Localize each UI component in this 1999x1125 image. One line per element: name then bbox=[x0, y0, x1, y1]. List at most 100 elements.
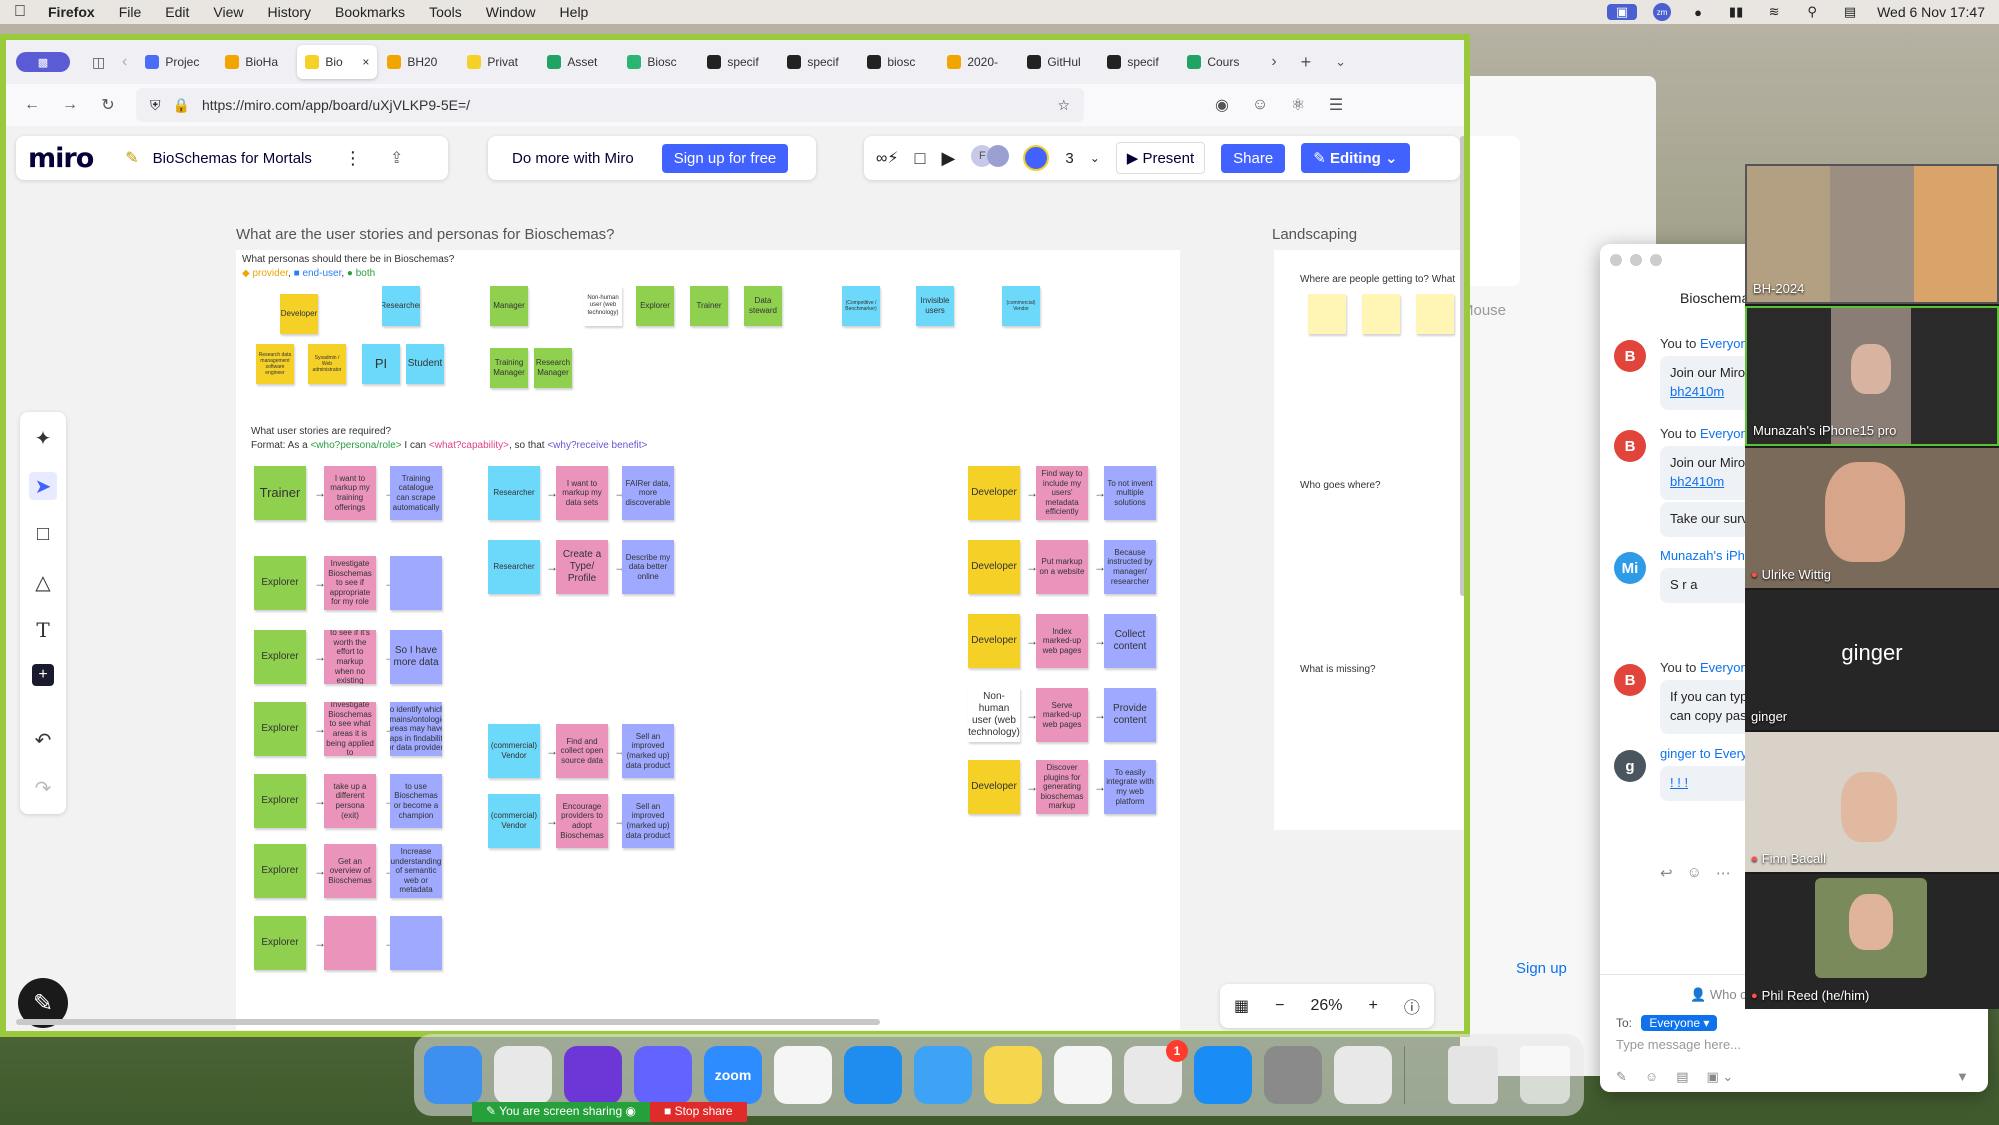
sticky-note[interactable]: Manager bbox=[490, 286, 528, 326]
sticky-note[interactable]: I want to markup my data sets bbox=[556, 466, 608, 520]
sticky-note[interactable]: Researcher bbox=[488, 466, 540, 520]
tab-scroll-right-icon[interactable]: › bbox=[1271, 53, 1276, 71]
url-text[interactable]: https://miro.com/app/board/uXjVLKP9-5E=/ bbox=[202, 97, 1046, 113]
browser-tab[interactable]: specif bbox=[1099, 45, 1177, 79]
browser-tab[interactable]: specif bbox=[699, 45, 777, 79]
reactions-icon[interactable]: ∞⚡ bbox=[876, 148, 899, 168]
new-tab-icon[interactable]: + bbox=[1301, 52, 1312, 73]
toolbox-icon[interactable]: 1 bbox=[1124, 1040, 1188, 1104]
sticky-note[interactable]: Explorer bbox=[254, 916, 306, 970]
menu-window[interactable]: Window bbox=[486, 4, 536, 20]
zoom-icon[interactable]: zoom bbox=[704, 1046, 762, 1104]
sticky-note[interactable]: Research data management software engine… bbox=[256, 344, 294, 384]
format-text-icon[interactable]: ✎ bbox=[1616, 1069, 1627, 1085]
shazam-icon[interactable]: ● bbox=[1687, 4, 1709, 20]
comment-icon[interactable]: □ bbox=[915, 148, 926, 169]
sticky-note[interactable]: Sell an improved (marked up) data produc… bbox=[622, 724, 674, 778]
sticky-note[interactable]: Explorer bbox=[636, 286, 674, 326]
sticky-note[interactable]: Researcher bbox=[488, 540, 540, 594]
sticky-note[interactable]: Developer bbox=[968, 614, 1020, 668]
video-tile[interactable]: ● Finn Bacall bbox=[1745, 732, 1999, 872]
frame-title-landscaping[interactable]: Landscaping bbox=[1272, 226, 1357, 243]
present-button[interactable]: ▶ Present bbox=[1115, 142, 1206, 174]
sticky-note[interactable]: Data steward bbox=[744, 286, 782, 326]
send-icon[interactable]: ▼ bbox=[1956, 1069, 1969, 1084]
sticky-note[interactable]: Find and collect open source data bbox=[556, 724, 608, 778]
help-icon[interactable]: ⓘ bbox=[1404, 994, 1420, 1018]
board-menu-icon[interactable]: ⋮ bbox=[344, 148, 362, 169]
browser-tab[interactable]: BioHa bbox=[217, 45, 295, 79]
video-tile[interactable]: ● Ulrike Wittig bbox=[1745, 448, 1999, 588]
sticky-note[interactable]: Investigate Bioschemas to see if appropr… bbox=[324, 556, 376, 610]
video-tile[interactable]: BH-2024 bbox=[1745, 164, 1999, 304]
menu-edit[interactable]: Edit bbox=[165, 4, 189, 20]
fit-to-screen-icon[interactable]: ▦ bbox=[1234, 996, 1249, 1016]
browser-tab[interactable]: GitHul bbox=[1019, 45, 1097, 79]
message-recipient[interactable]: ginger to Every bbox=[1660, 746, 1747, 761]
sticky-note[interactable]: Index marked-up web pages bbox=[1036, 614, 1088, 668]
message-recipient[interactable]: Everyon bbox=[1700, 426, 1748, 441]
emoji-react-icon[interactable]: ☺ bbox=[1687, 864, 1702, 882]
sticky-note[interactable]: Get an overview of Bioschemas bbox=[324, 844, 376, 898]
screen-share-icon[interactable]: ▣ bbox=[1607, 4, 1638, 20]
sticky-note[interactable]: Developer bbox=[968, 760, 1020, 814]
sticky-note[interactable]: Non-human user (web technology) bbox=[584, 286, 622, 326]
sticky-note[interactable]: Describe my data better online bbox=[622, 540, 674, 594]
zoom-level[interactable]: 26% bbox=[1310, 997, 1342, 1015]
sticky-note[interactable] bbox=[390, 916, 442, 970]
sticky-note[interactable]: Provide content bbox=[1104, 688, 1156, 742]
shield-icon[interactable]: ⛨ bbox=[150, 97, 161, 114]
menu-bookmarks[interactable]: Bookmarks bbox=[335, 4, 405, 20]
frame-landscaping[interactable]: Where are people getting to? What Who go… bbox=[1274, 250, 1464, 830]
video-tile[interactable]: ginger ginger bbox=[1745, 590, 1999, 730]
trash-icon[interactable] bbox=[1520, 1046, 1570, 1104]
sticky-note[interactable]: (commercial) Vendor bbox=[1002, 286, 1040, 326]
emoji-icon[interactable]: ☺ bbox=[1645, 1069, 1658, 1085]
slack-icon[interactable] bbox=[774, 1046, 832, 1104]
sticky-note-icon[interactable]: □ bbox=[29, 520, 57, 548]
stop-share-button[interactable]: ■ Stop share bbox=[649, 1102, 747, 1122]
firefox-icon[interactable] bbox=[564, 1046, 622, 1104]
browser-tab[interactable]: Cours bbox=[1179, 45, 1257, 79]
chevron-down-icon[interactable]: ⌄ bbox=[1090, 151, 1100, 165]
sticky-note[interactable]: take up a different persona (exit) bbox=[324, 774, 376, 828]
appstore-icon[interactable] bbox=[1194, 1046, 1252, 1104]
text-tool-icon[interactable]: T bbox=[29, 616, 57, 644]
browser-tab[interactable]: BH20 bbox=[379, 45, 457, 79]
sticky-note[interactable]: (commercial) Vendor bbox=[488, 724, 540, 778]
menubar-clock[interactable]: Wed 6 Nov 17:47 bbox=[1877, 4, 1985, 20]
sticky-note[interactable] bbox=[324, 916, 376, 970]
sticky-note[interactable]: Serve marked-up web pages bbox=[1036, 688, 1088, 742]
tab-scroll-left-icon[interactable]: ‹ bbox=[122, 53, 127, 71]
frame-personas[interactable]: What personas should there be in Biosche… bbox=[236, 250, 1180, 1030]
board-name[interactable]: BioSchemas for Mortals bbox=[153, 150, 312, 167]
horizontal-scrollbar[interactable] bbox=[16, 1019, 880, 1025]
menubar-app-name[interactable]: Firefox bbox=[48, 4, 95, 20]
more-tools-icon[interactable]: + bbox=[32, 664, 54, 686]
miro-board-canvas[interactable]: miro ✎ BioSchemas for Mortals ⋮ ⇪ Do mor… bbox=[6, 126, 1464, 1031]
sticky-note[interactable]: To not invent multiple solutions bbox=[1104, 466, 1156, 520]
menu-history[interactable]: History bbox=[267, 4, 311, 20]
sticky-note[interactable]: So I have more data bbox=[390, 630, 442, 684]
menu-view[interactable]: View bbox=[213, 4, 243, 20]
sticky-note[interactable]: Sell an improved (marked up) data produc… bbox=[622, 794, 674, 848]
sticky-note[interactable]: Training catalogue can scrape automatica… bbox=[390, 466, 442, 520]
recipient-selector[interactable]: Everyone ▾ bbox=[1641, 1015, 1718, 1031]
miro-logo[interactable]: miro bbox=[28, 143, 94, 174]
message-recipient[interactable]: Munazah's iPh bbox=[1660, 548, 1745, 563]
close-window-icon[interactable] bbox=[1610, 254, 1622, 266]
sticky-note[interactable] bbox=[1416, 294, 1454, 334]
menu-tools[interactable]: Tools bbox=[429, 4, 462, 20]
sticky-note[interactable]: Student bbox=[406, 344, 444, 384]
downloads-stack-icon[interactable] bbox=[1448, 1046, 1498, 1104]
back-icon[interactable]: ← bbox=[22, 96, 42, 114]
mastodon-icon[interactable] bbox=[634, 1046, 692, 1104]
tab-list-icon[interactable]: ◫ bbox=[92, 54, 112, 71]
sticky-note[interactable]: Put markup on a website bbox=[1036, 540, 1088, 594]
sticky-note[interactable]: Training Manager bbox=[490, 348, 528, 388]
menu-help[interactable]: Help bbox=[560, 4, 589, 20]
browser-tab[interactable]: 2020- bbox=[939, 45, 1017, 79]
sticky-note[interactable]: to identify which domains/ontological ar… bbox=[390, 702, 442, 756]
launchpad-icon[interactable] bbox=[1334, 1046, 1392, 1104]
minimize-window-icon[interactable] bbox=[1630, 254, 1642, 266]
